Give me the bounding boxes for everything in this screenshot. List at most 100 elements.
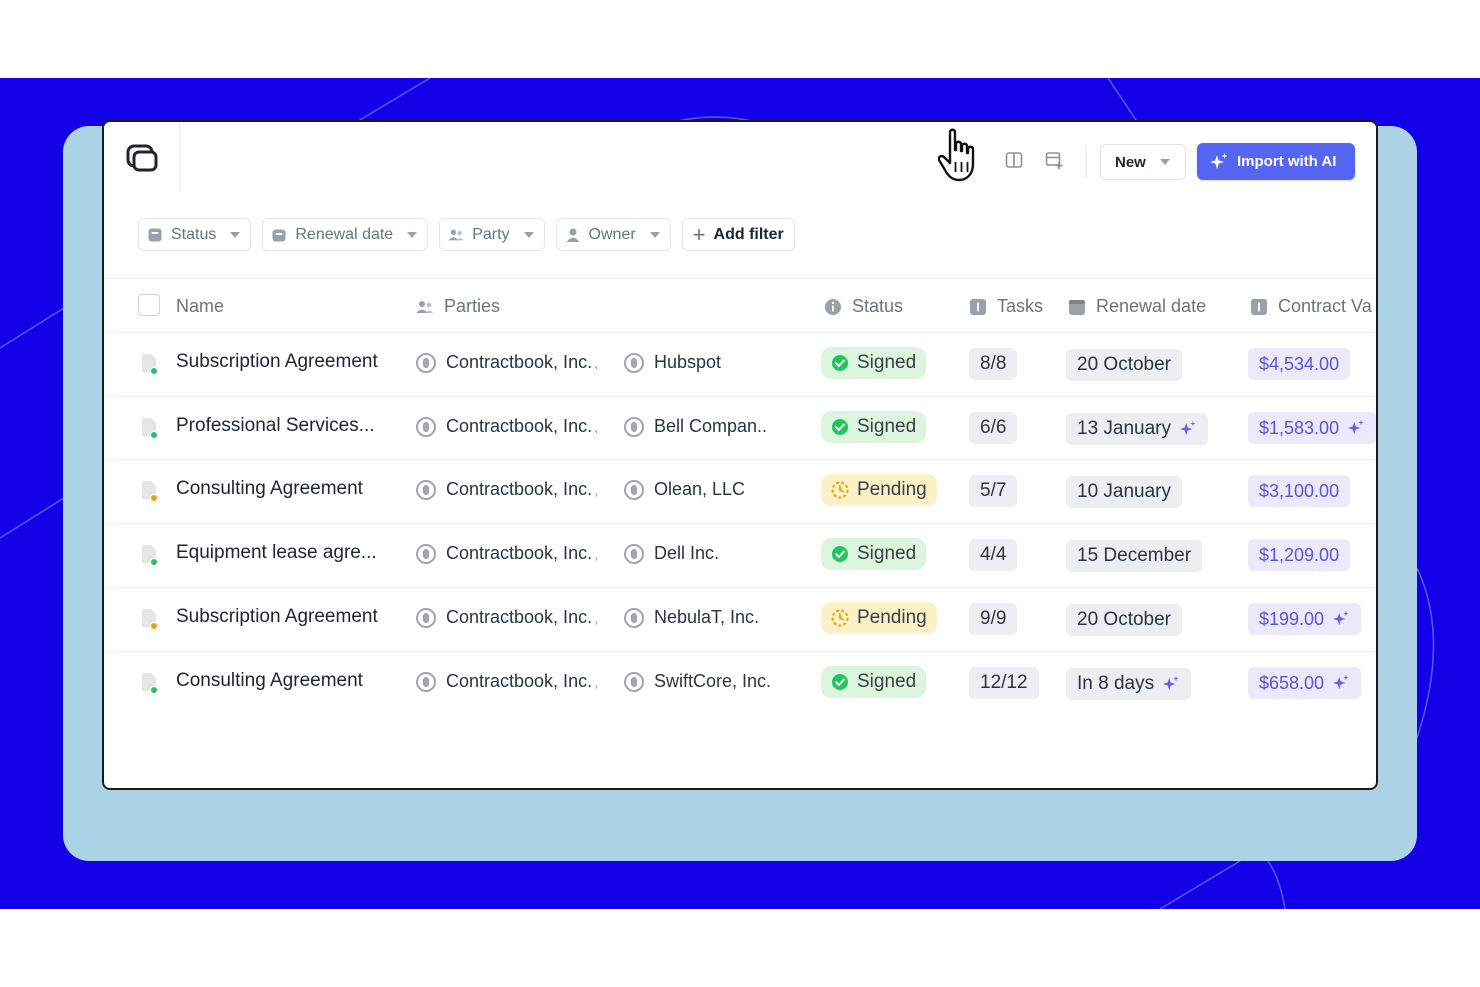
company-logo-icon [624,479,644,500]
filter-owner[interactable]: Owner [555,218,671,251]
contract-name[interactable]: Professional Services... [176,415,375,437]
filter-party[interactable]: Party [439,218,545,251]
company-logo-icon [624,671,644,692]
column-header-renewal-date[interactable]: Renewal date [1068,296,1206,317]
table-row[interactable]: Subscription Agreement Contractbook, Inc.… [104,332,1376,396]
party-secondary-label: Dell Inc. [654,543,720,563]
column-header-parties[interactable]: Parties [416,296,500,317]
party-secondary-label: NebulaT, Inc. [654,607,760,627]
column-header-name[interactable]: Name [176,296,224,317]
party-primary[interactable]: Contractbook, Inc., [416,416,598,437]
table-row[interactable]: Equipment lease agre... Contractbook, Inc… [104,523,1376,587]
party-separator: , [594,673,598,690]
party-secondary-label: Bell Compan.. [654,416,768,436]
split-view-icon[interactable] [1004,150,1024,170]
party-secondary-label: Olean, LLC [654,479,746,499]
contract-value[interactable]: $3,100.00 [1248,475,1351,507]
contract-name[interactable]: Consulting Agreement [176,670,363,692]
status-badge[interactable]: Signed [821,666,927,698]
table-row[interactable]: Consulting Agreement Contractbook, Inc., O… [104,459,1376,523]
filter-owner-label: Owner [588,225,636,243]
app-logo[interactable] [104,122,180,194]
contract-value[interactable]: $658.00 [1248,667,1362,699]
renewal-date[interactable]: 15 December [1066,540,1203,572]
status-badge[interactable]: Signed [821,538,927,570]
app-window: New Import with AI Status Renewal date P… [102,120,1378,790]
renewal-date[interactable]: 13 January [1066,413,1209,445]
renewal-date-label: 13 January [1077,418,1172,439]
party-secondary[interactable]: Dell Inc. [624,543,719,564]
pending-clock-icon [831,481,849,499]
renewal-date-label: In 8 days [1077,673,1155,694]
contract-value[interactable]: $4,534.00 [1248,348,1351,380]
column-header-tasks[interactable]: Tasks [969,296,1043,317]
tasks-count-label: 9/9 [980,608,1007,629]
company-logo-icon [416,671,436,692]
document-icon [142,609,158,630]
company-logo-icon [624,352,644,373]
document-icon [142,354,158,375]
status-badge-label: Pending [857,479,927,500]
calendar-icon [272,229,286,241]
ai-sparkle-icon [1332,674,1349,690]
renewal-date[interactable]: 10 January [1066,476,1183,508]
status-icon [148,228,162,241]
tasks-count[interactable]: 5/7 [969,475,1018,507]
column-header-contract-value-label: Contract Va [1278,296,1372,316]
party-secondary[interactable]: Bell Compan.. [624,416,767,437]
party-primary[interactable]: Contractbook, Inc., [416,352,598,373]
contract-value-label: $1,209.00 [1259,544,1340,565]
contract-name[interactable]: Subscription Agreement [176,351,378,373]
filter-status[interactable]: Status [138,218,252,251]
tasks-count[interactable]: 9/9 [969,603,1018,635]
chevron-down-icon [230,231,241,238]
party-primary[interactable]: Contractbook, Inc., [416,543,598,564]
tasks-count[interactable]: 12/12 [969,667,1039,699]
contract-name[interactable]: Consulting Agreement [176,478,363,500]
add-filter-button[interactable]: + Add filter [681,218,795,251]
tasks-count[interactable]: 4/4 [969,539,1018,571]
status-badge[interactable]: Signed [821,411,927,443]
company-logo-icon [624,607,644,628]
renewal-date[interactable]: 20 October [1066,349,1182,381]
party-secondary[interactable]: NebulaT, Inc. [624,607,759,628]
table-row[interactable]: Subscription Agreement Contractbook, Inc.… [104,587,1376,651]
tasks-count-label: 8/8 [980,353,1007,374]
new-button[interactable]: New [1100,144,1186,180]
contract-name[interactable]: Equipment lease agre... [176,542,377,564]
contract-name[interactable]: Subscription Agreement [176,606,378,628]
party-primary[interactable]: Contractbook, Inc., [416,479,598,500]
tasks-icon [970,298,986,315]
contract-value-label: $1,583.00 [1259,417,1340,438]
top-bar: New Import with AI [104,122,1376,194]
party-secondary[interactable]: Olean, LLC [624,479,745,500]
renewal-date[interactable]: In 8 days [1066,668,1192,700]
status-badge[interactable]: Pending [821,474,937,506]
tasks-count-label: 12/12 [980,672,1028,693]
column-header-status[interactable]: Status [824,296,903,317]
party-primary[interactable]: Contractbook, Inc., [416,671,598,692]
tasks-count-label: 6/6 [980,417,1007,438]
table-row[interactable]: Professional Services... Contractbook, In… [104,396,1376,460]
contract-value[interactable]: $1,209.00 [1248,539,1351,571]
contract-value[interactable]: $1,583.00 [1248,412,1376,444]
party-primary-label: Contractbook, Inc. [446,607,593,627]
import-with-ai-button[interactable]: Import with AI [1197,143,1355,180]
column-header-contract-value[interactable]: Contract Va [1250,296,1372,317]
renewal-date[interactable]: 20 October [1066,604,1182,636]
status-badge[interactable]: Signed [821,347,927,379]
add-column-icon[interactable] [1044,150,1064,170]
tasks-count[interactable]: 8/8 [969,348,1018,380]
party-primary[interactable]: Contractbook, Inc., [416,607,598,628]
column-header-name-label: Name [176,296,225,316]
contract-value[interactable]: $199.00 [1248,603,1362,635]
party-secondary[interactable]: SwiftCore, Inc. [624,671,771,692]
document-icon [142,418,158,439]
party-secondary[interactable]: Hubspot [624,352,721,373]
filter-renewal-date[interactable]: Renewal date [262,218,429,251]
ai-sparkle-icon [1347,419,1364,435]
status-badge[interactable]: Pending [821,602,937,634]
add-filter-label: Add filter [713,225,784,243]
tasks-count[interactable]: 6/6 [969,412,1018,444]
table-row[interactable]: Consulting Agreement Contractbook, Inc., S… [104,651,1376,715]
